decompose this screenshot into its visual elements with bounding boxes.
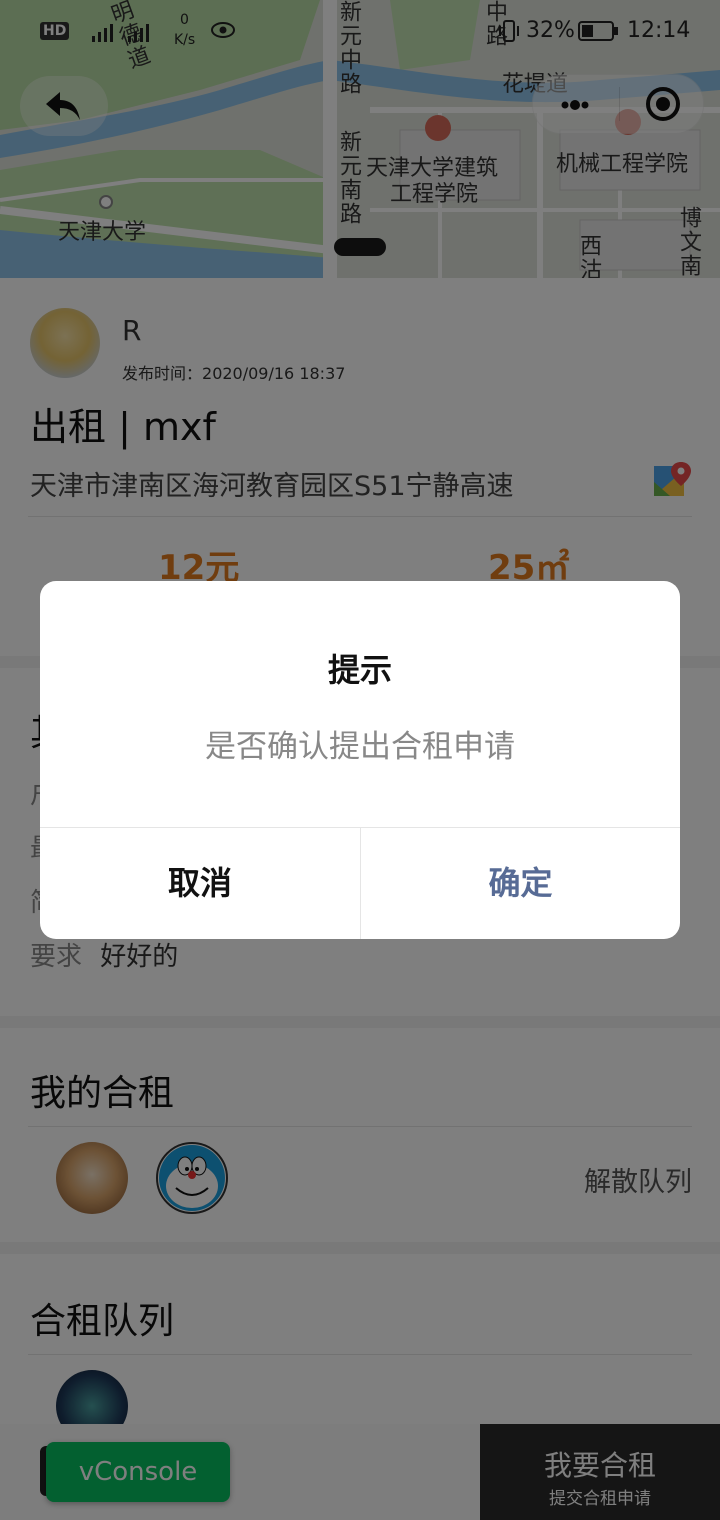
dialog-confirm-button[interactable]: 确定 xyxy=(361,828,680,939)
dialog-title: 提示 xyxy=(327,651,392,689)
dialog-cancel-button[interactable]: 取消 xyxy=(40,828,360,939)
dialog-message: 是否确认提出合租申请 xyxy=(205,729,515,765)
confirm-dialog: 提示 是否确认提出合租申请 取消 确定 xyxy=(40,581,680,939)
